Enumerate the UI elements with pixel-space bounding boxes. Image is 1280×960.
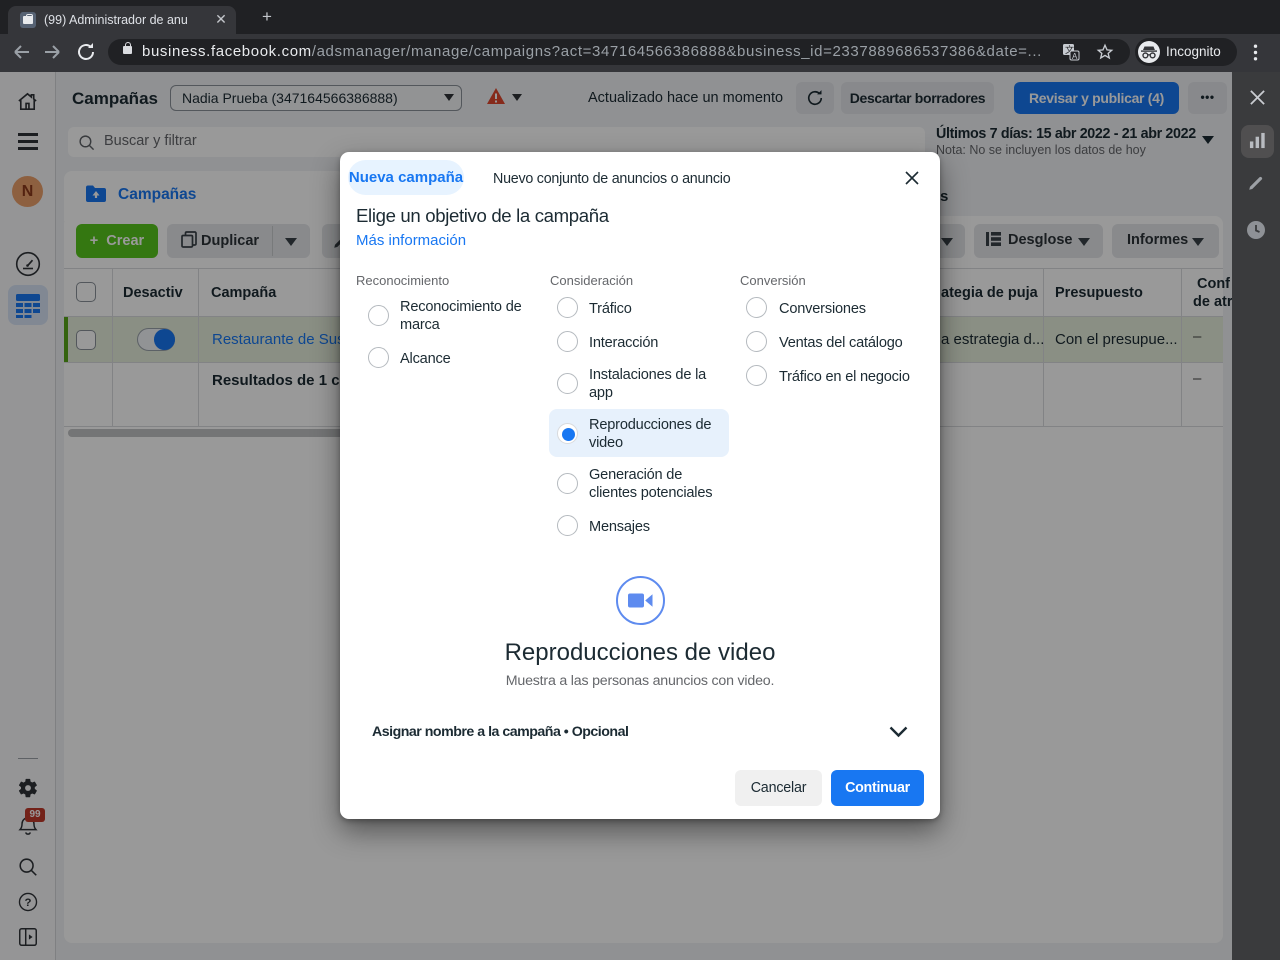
svg-text:A: A: [1072, 52, 1078, 61]
